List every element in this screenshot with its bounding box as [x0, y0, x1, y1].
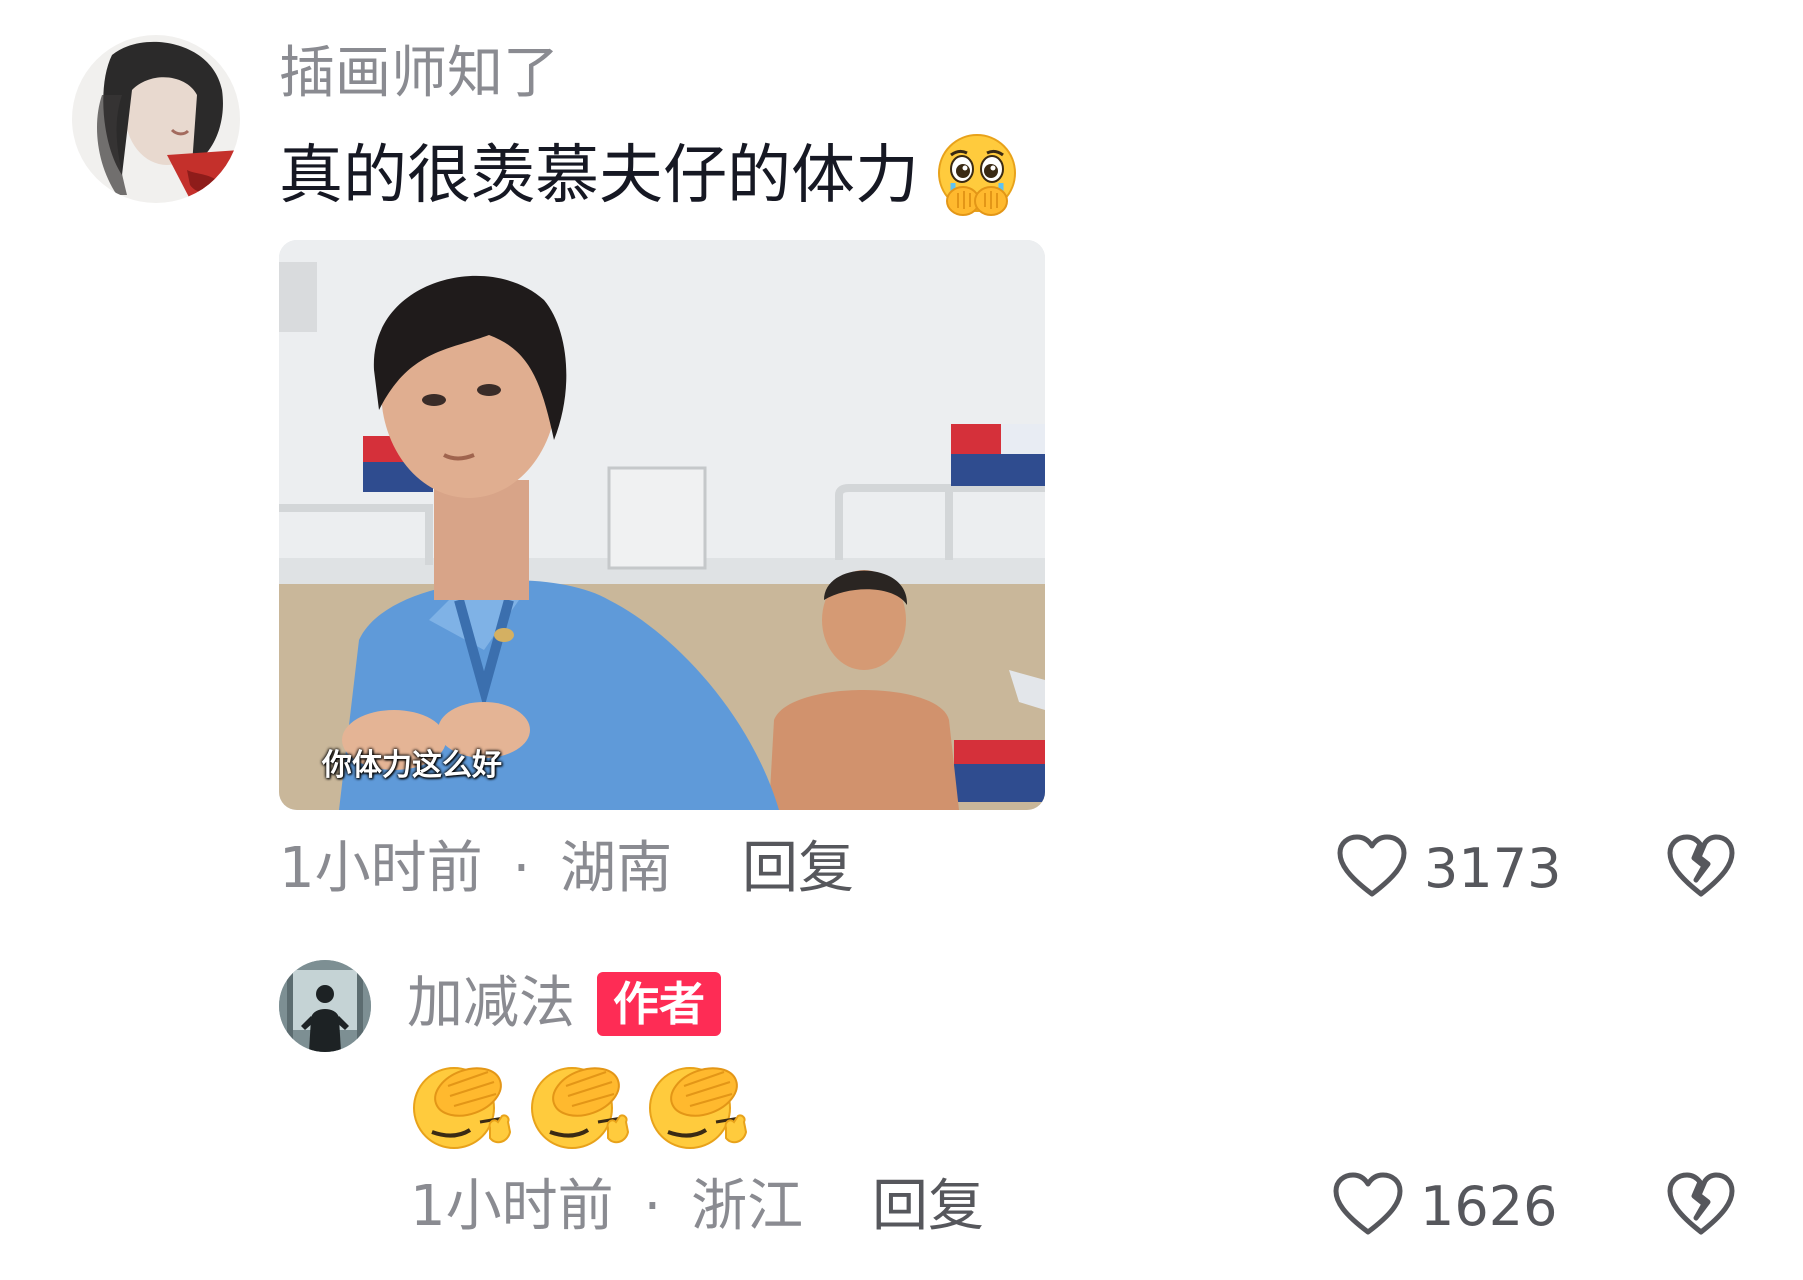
- comment-username[interactable]: 加减法: [407, 972, 575, 1036]
- avatar[interactable]: [72, 35, 240, 203]
- dislike-button[interactable]: [1666, 834, 1736, 900]
- heart-icon: [1333, 1172, 1403, 1235]
- comment-location: 湖南: [560, 836, 673, 901]
- comment-meta: 1小时前 · 湖南: [279, 837, 672, 901]
- heart-icon: [1337, 834, 1407, 897]
- comment-meta: 1小时前 · 浙江: [410, 1175, 803, 1239]
- comment-location: 浙江: [691, 1174, 804, 1239]
- reply-button[interactable]: 回复: [742, 837, 854, 901]
- comment-time: 1小时前: [279, 836, 483, 901]
- facepalm-icon: [528, 1062, 632, 1152]
- reply-button[interactable]: 回复: [872, 1175, 984, 1239]
- avatar[interactable]: [279, 960, 371, 1052]
- comment-username[interactable]: 插画师知了: [279, 42, 559, 106]
- avatar-silhouette-icon: [279, 960, 371, 1052]
- facepalm-icon: [646, 1062, 750, 1152]
- like-count: 3173: [1424, 837, 1562, 900]
- like-button[interactable]: [1332, 1172, 1404, 1238]
- broken-heart-icon: [1667, 834, 1735, 897]
- dislike-button[interactable]: [1666, 1172, 1736, 1238]
- comment-text: [410, 1062, 750, 1152]
- avatar-illustration-icon: [72, 35, 240, 203]
- comment-time: 1小时前: [410, 1174, 614, 1239]
- facepalm-icon: [410, 1062, 514, 1152]
- like-count: 1626: [1420, 1175, 1558, 1238]
- dorm-scene-image: [279, 240, 1045, 810]
- meta-separator: ·: [512, 836, 531, 901]
- comment-image-attachment[interactable]: 你体力这么好: [279, 240, 1045, 810]
- pleading-face-hands-over-mouth-icon: [933, 133, 1021, 219]
- comment-text: 真的很羡慕夫仔的体力: [279, 139, 919, 213]
- like-button[interactable]: [1336, 834, 1408, 900]
- meta-separator: ·: [643, 1174, 662, 1239]
- author-badge: 作者: [597, 972, 721, 1036]
- image-subtitle: 你体力这么好: [322, 748, 502, 783]
- broken-heart-icon: [1667, 1172, 1735, 1235]
